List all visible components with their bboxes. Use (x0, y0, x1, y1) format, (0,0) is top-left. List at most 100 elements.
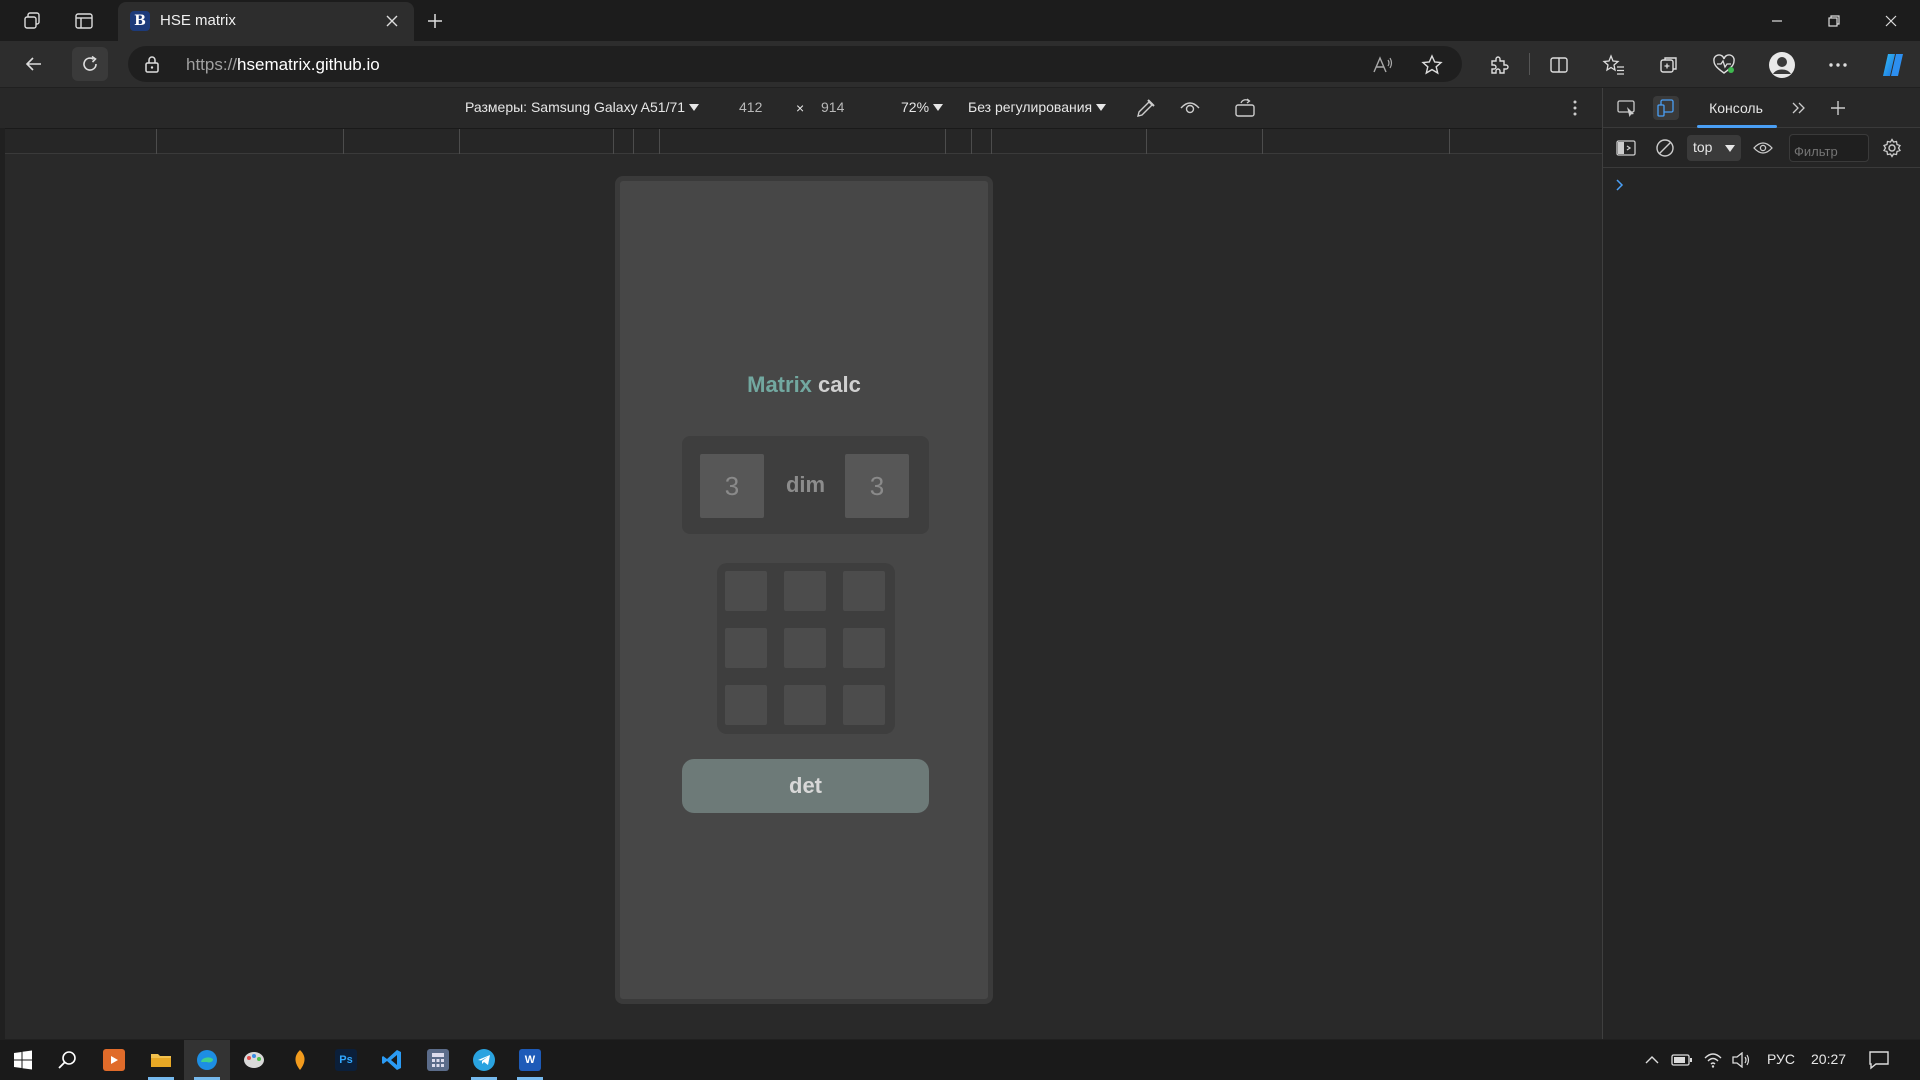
tab-console[interactable]: Консоль (1695, 88, 1777, 128)
fl-studio-icon[interactable] (277, 1040, 323, 1080)
address-bar[interactable]: https://hsematrix.github.io (128, 46, 1462, 82)
media-query-marker[interactable] (633, 129, 634, 154)
device-more-options-icon[interactable] (1563, 96, 1587, 120)
matrix-cell[interactable] (843, 571, 885, 611)
media-query-marker[interactable] (1262, 129, 1263, 154)
matrix-cell[interactable] (843, 628, 885, 668)
det-button[interactable]: det (682, 759, 929, 813)
media-query-marker[interactable] (659, 129, 660, 154)
matrix-cell[interactable] (725, 685, 767, 725)
matrix-cell[interactable] (725, 628, 767, 668)
more-options-icon[interactable] (1822, 49, 1854, 81)
browser-essentials-icon[interactable] (1708, 49, 1740, 81)
reload-icon[interactable] (72, 47, 108, 81)
dimension-panel: 3 dim 3 (682, 436, 929, 534)
start-icon[interactable] (0, 1040, 46, 1080)
device-toolbar-toggle-icon[interactable] (1653, 96, 1679, 120)
telegram-icon[interactable] (461, 1040, 507, 1080)
close-window-icon[interactable] (1862, 0, 1920, 41)
matrix-cell[interactable] (784, 628, 826, 668)
copilot-icon[interactable] (1877, 49, 1909, 81)
media-query-marker[interactable] (1449, 129, 1450, 154)
media-query-marker[interactable] (459, 129, 460, 154)
device-dimensions-dropdown[interactable]: Размеры: Samsung Galaxy A51/71 (465, 99, 700, 115)
wifi-icon[interactable] (1701, 1048, 1725, 1072)
media-query-marker[interactable] (343, 129, 344, 154)
console-prompt-chevron-icon[interactable] (1615, 178, 1625, 197)
viewport-height-input[interactable]: 914 (821, 99, 844, 115)
volume-icon[interactable] (1729, 1048, 1753, 1072)
context-selector[interactable]: top (1687, 135, 1741, 161)
media-query-marker[interactable] (971, 129, 972, 154)
close-tab-icon[interactable] (380, 9, 404, 33)
dimension-times-symbol: × (796, 100, 805, 116)
favorites-icon[interactable] (1598, 49, 1630, 81)
minimize-icon[interactable] (1748, 0, 1806, 41)
matrix-cell[interactable] (725, 571, 767, 611)
calculator-icon[interactable] (415, 1040, 461, 1080)
vscode-icon[interactable] (369, 1040, 415, 1080)
profile-avatar-icon[interactable] (1766, 49, 1798, 81)
toolbar-separator (1529, 53, 1530, 75)
media-query-marker[interactable] (613, 129, 614, 154)
live-expression-eye-icon[interactable] (1750, 136, 1776, 160)
dropdown-caret-icon (1096, 104, 1107, 111)
input-language[interactable]: РУС (1767, 1051, 1795, 1067)
matrix-cell[interactable] (784, 685, 826, 725)
notifications-icon[interactable] (1867, 1048, 1891, 1072)
split-screen-icon[interactable] (1543, 49, 1575, 81)
more-tabs-icon[interactable] (1786, 96, 1812, 120)
paint-app-icon[interactable] (231, 1040, 277, 1080)
photoshop-icon[interactable]: Ps (323, 1040, 369, 1080)
console-filter-input[interactable] (1789, 134, 1869, 162)
add-tool-icon[interactable] (1825, 96, 1851, 120)
back-icon[interactable] (16, 47, 52, 81)
extensions-icon[interactable] (1483, 49, 1515, 81)
phone-screen: Matrix calc 3 dim 3 det (615, 176, 993, 1004)
tab-actions-icon[interactable] (69, 6, 99, 36)
new-tab-icon[interactable] (420, 6, 450, 36)
favorite-star-icon[interactable] (1420, 53, 1444, 77)
inspect-element-icon[interactable] (1614, 96, 1640, 120)
dropdown-caret-icon (933, 104, 944, 111)
dropdown-caret-icon (1725, 145, 1735, 152)
console-toolbar: top (1603, 128, 1920, 168)
lock-icon[interactable] (144, 55, 160, 78)
read-aloud-icon[interactable] (1371, 53, 1395, 77)
viewport-width-input[interactable]: 412 (739, 99, 762, 115)
word-icon[interactable]: W (507, 1040, 553, 1080)
collections-icon[interactable] (1653, 49, 1685, 81)
media-query-marker[interactable] (156, 129, 157, 154)
rotate-device-icon[interactable] (1233, 96, 1257, 120)
url-text[interactable]: https://hsematrix.github.io (186, 55, 380, 75)
media-player-icon[interactable] (91, 1040, 137, 1080)
zoom-dropdown[interactable]: 72% (901, 99, 944, 115)
tray-overflow-chevron-icon[interactable] (1640, 1048, 1664, 1072)
file-explorer-icon[interactable] (138, 1040, 184, 1080)
media-query-marker[interactable] (945, 129, 946, 154)
eyedropper-icon[interactable] (1134, 96, 1158, 120)
site-favicon-icon: B (130, 11, 150, 31)
app-title: Matrix calc (747, 372, 861, 397)
clear-console-icon[interactable] (1652, 136, 1678, 160)
edge-browser-icon[interactable] (184, 1040, 230, 1080)
show-sidebar-icon[interactable] (1613, 136, 1639, 160)
devtools-tab-bar: Консоль (1603, 88, 1920, 128)
matrix-cell[interactable] (843, 685, 885, 725)
restore-icon[interactable] (1805, 0, 1863, 41)
console-settings-gear-icon[interactable] (1879, 136, 1905, 160)
workspaces-icon[interactable] (17, 6, 47, 36)
tab-hse-matrix[interactable]: B HSE matrix (118, 2, 414, 41)
matrix-cell[interactable] (784, 571, 826, 611)
throttling-dropdown[interactable]: Без регулирования (968, 99, 1107, 115)
clock-time[interactable]: 20:27 (1811, 1051, 1846, 1067)
media-query-bar[interactable] (5, 128, 1602, 154)
cols-input[interactable]: 3 (845, 454, 909, 518)
dropdown-caret-icon (689, 104, 700, 111)
emulated-viewport: Matrix calc 3 dim 3 det (5, 154, 1602, 1039)
media-query-marker[interactable] (1146, 129, 1147, 154)
vision-deficiency-icon[interactable] (1178, 96, 1202, 120)
media-query-marker[interactable] (991, 129, 992, 154)
battery-icon[interactable] (1670, 1048, 1694, 1072)
search-icon[interactable] (44, 1040, 90, 1080)
